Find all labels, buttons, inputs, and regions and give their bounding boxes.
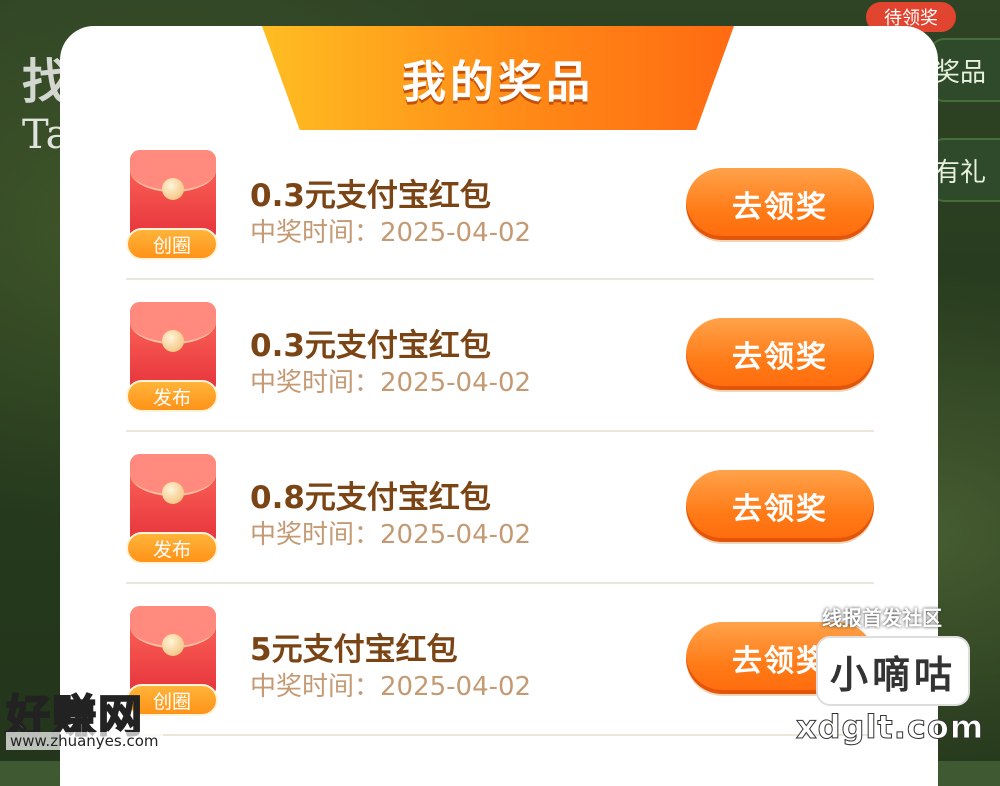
prize-time: 中奖时间：2025-04-02: [250, 520, 532, 550]
side-tab-gifts-label: 有礼: [933, 157, 986, 188]
source-tag: 发布: [126, 532, 218, 564]
prize-name: 0.8元支付宝红包: [250, 480, 491, 516]
prize-row: 创圈 5元支付宝红包 中奖时间：2025-04-02 去领奖: [126, 584, 874, 736]
claim-button[interactable]: 去领奖: [686, 318, 874, 390]
source-tag: 创圈: [126, 228, 218, 260]
watermark-url: www.zhuanyes.com: [6, 732, 163, 750]
prize-name: 0.3元支付宝红包: [250, 328, 491, 364]
prize-name: 0.3元支付宝红包: [250, 178, 491, 214]
prize-row: 发布 0.3元支付宝红包 中奖时间：2025-04-02 去领奖: [126, 280, 874, 432]
watermark-url: xdglt.com: [795, 708, 985, 747]
claim-button[interactable]: 去领奖: [686, 168, 874, 240]
source-tag: 发布: [126, 380, 218, 412]
prize-row: 创圈 0.3元支付宝红包 中奖时间：2025-04-02 去领奖: [126, 140, 874, 280]
side-tab-prizes: 奖品: [930, 38, 1000, 102]
prize-time: 中奖时间：2025-04-02: [250, 672, 532, 702]
prize-time: 中奖时间：2025-04-02: [250, 218, 532, 248]
side-tab-gifts: 有礼: [930, 138, 1000, 202]
prize-time: 中奖时间：2025-04-02: [250, 368, 532, 398]
claim-button[interactable]: 去领奖: [686, 470, 874, 542]
prize-list: 创圈 0.3元支付宝红包 中奖时间：2025-04-02 去领奖 发布 0.3元…: [126, 140, 874, 736]
watermark-logo: 小嘀咕: [818, 638, 968, 704]
side-tab-prizes-label: 奖品: [933, 57, 986, 88]
prize-name: 5元支付宝红包: [250, 632, 458, 668]
modal-title-tab: 我的奖品: [262, 26, 734, 130]
prize-row: 发布 0.8元支付宝红包 中奖时间：2025-04-02 去领奖: [126, 432, 874, 584]
watermark-text: 找线报: [22, 54, 185, 110]
page-title: 我的奖品: [402, 57, 594, 108]
watermark-url: Taolu5.com: [22, 112, 255, 158]
watermark-text: 线报首发社区: [822, 606, 942, 630]
